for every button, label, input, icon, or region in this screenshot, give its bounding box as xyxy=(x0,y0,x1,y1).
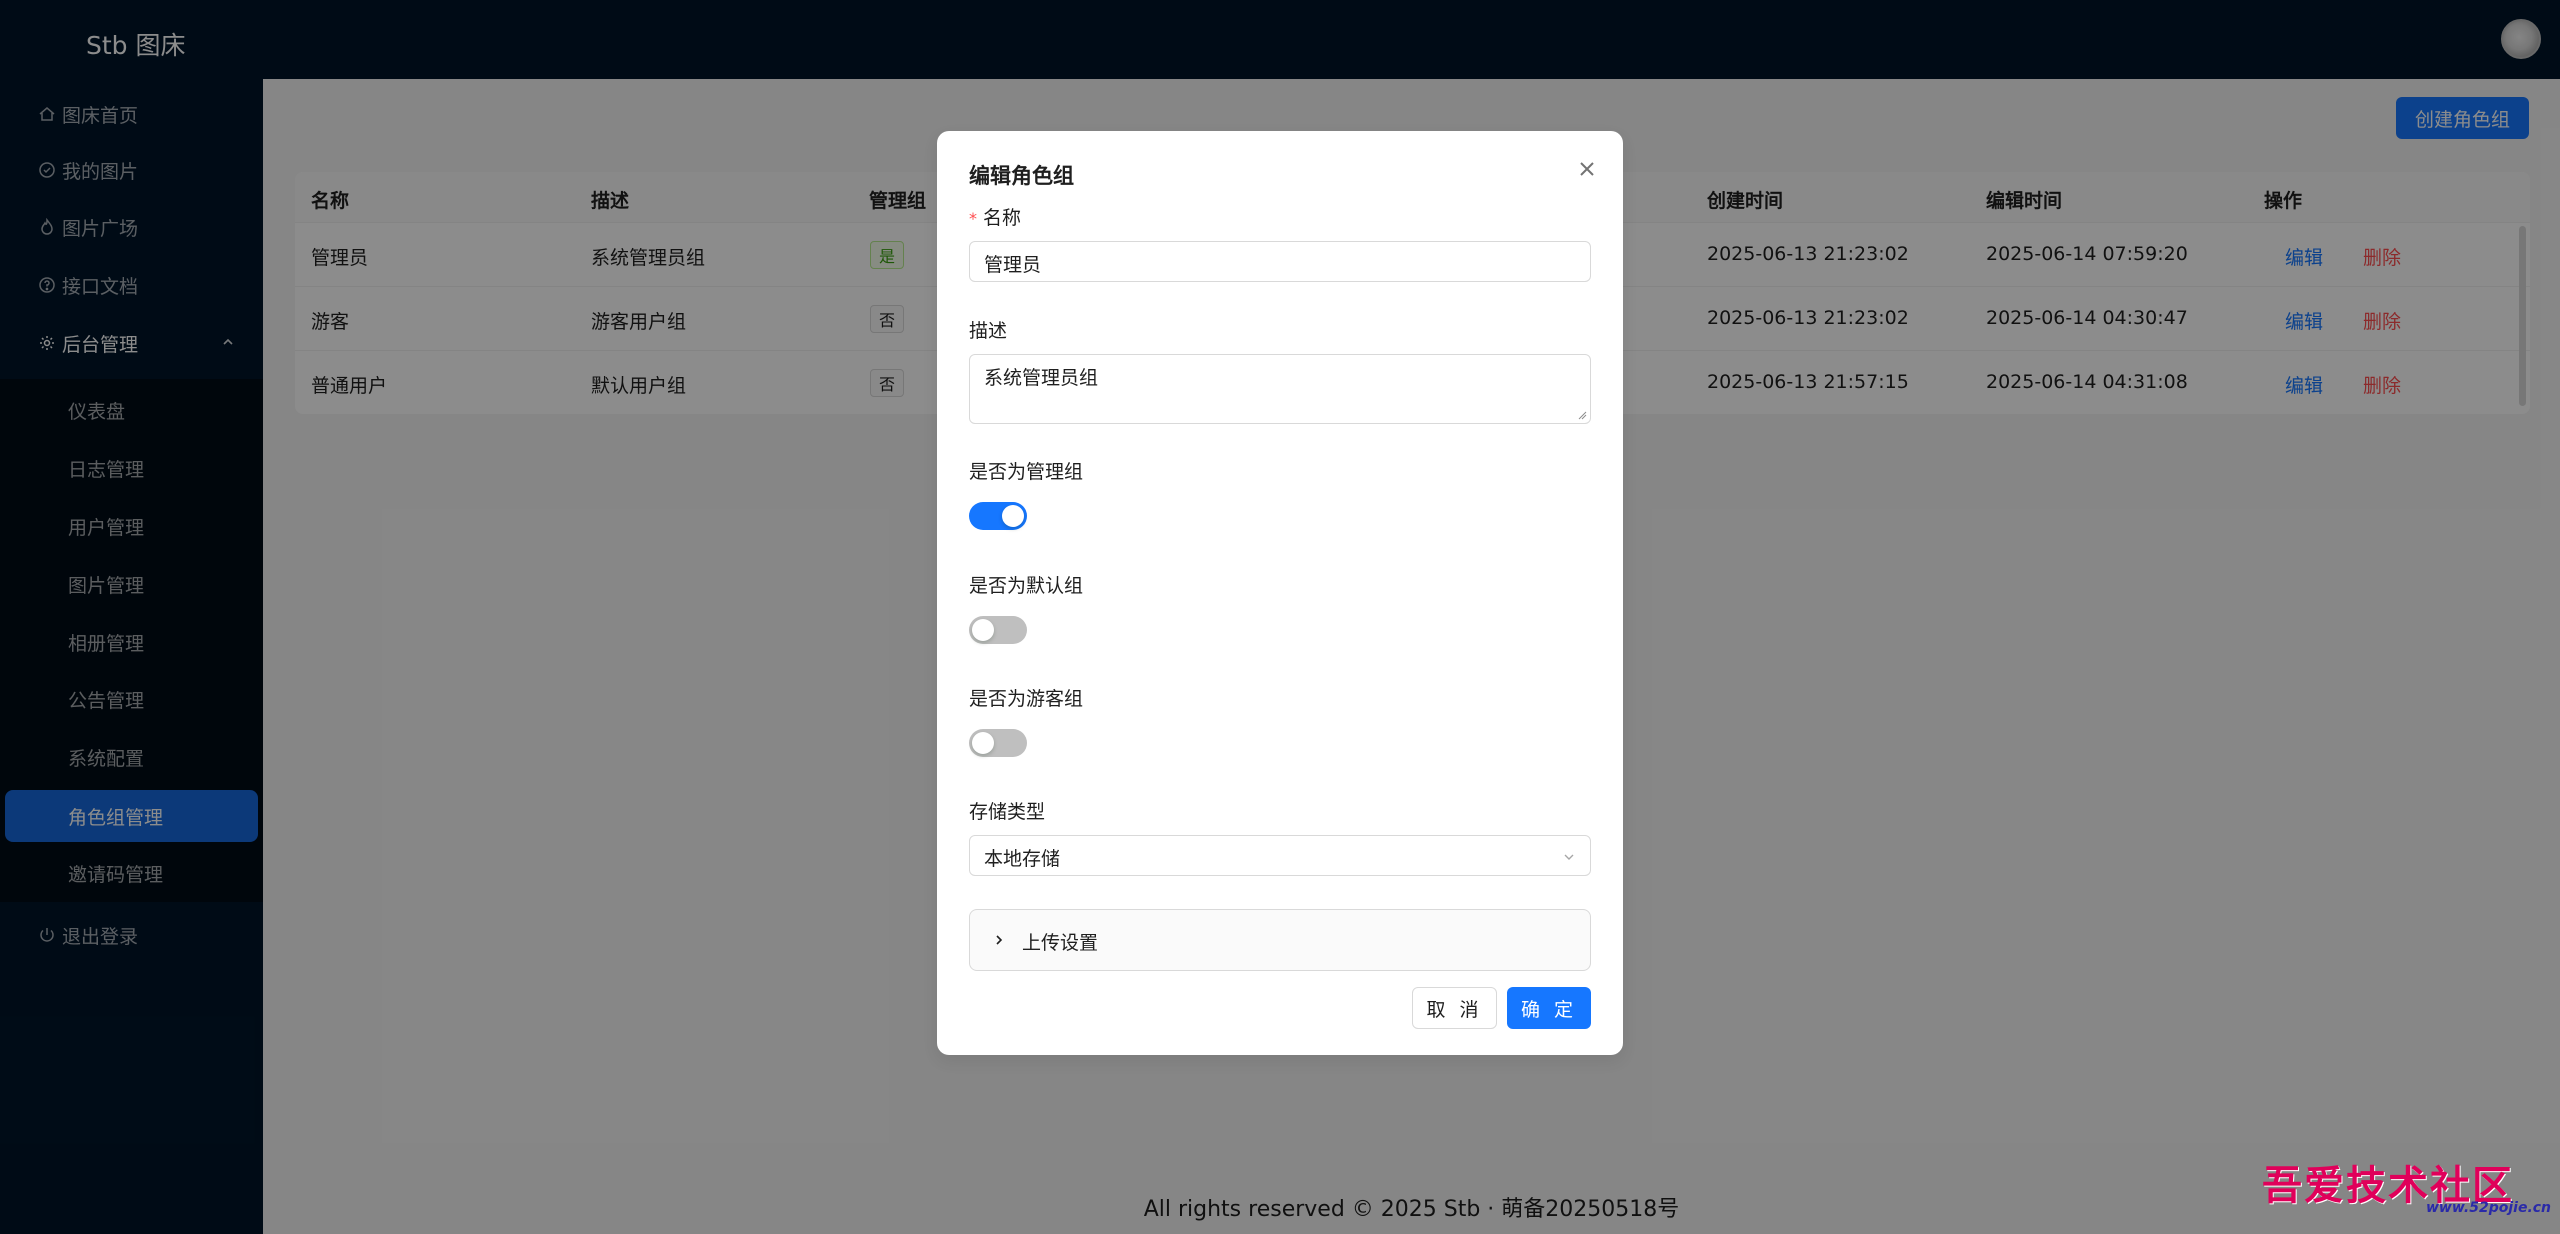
resize-grip-icon[interactable] xyxy=(1577,410,1587,420)
chevron-down-icon xyxy=(1564,854,1574,860)
upload-settings-label: 上传设置 xyxy=(1022,932,1099,954)
switch-knob xyxy=(1002,505,1024,527)
is-guest-switch[interactable] xyxy=(969,729,1027,757)
name-label: * 名称 xyxy=(969,207,1022,229)
cancel-button[interactable]: 取 消 xyxy=(1412,987,1497,1029)
name-input[interactable]: 管理员 xyxy=(969,241,1591,282)
switch-knob xyxy=(972,619,994,641)
chevron-right-icon xyxy=(996,935,1003,945)
is-default-label: 是否为默认组 xyxy=(969,575,1084,597)
switch-knob xyxy=(972,732,994,754)
desc-textarea[interactable]: 系统管理员组 xyxy=(969,354,1591,424)
edit-role-group-modal: 编辑角色组 * 名称 管理员 描述 系统管理员组 是否为管理组 是否为默认组 是否… xyxy=(937,131,1623,1055)
watermark-url: www.52pojie.cn xyxy=(2426,1200,2552,1216)
is-guest-label: 是否为游客组 xyxy=(969,688,1084,710)
is-admin-label: 是否为管理组 xyxy=(969,461,1084,483)
desc-value: 系统管理员组 xyxy=(984,367,1099,389)
is-admin-switch[interactable] xyxy=(969,502,1027,530)
required-mark: * xyxy=(969,209,977,228)
upload-settings-collapse[interactable]: 上传设置 xyxy=(969,909,1591,971)
storage-select[interactable]: 本地存储 xyxy=(969,835,1591,876)
modal-title: 编辑角色组 xyxy=(969,164,1074,188)
storage-label: 存储类型 xyxy=(969,801,1046,823)
is-default-switch[interactable] xyxy=(969,616,1027,644)
storage-value: 本地存储 xyxy=(984,848,1061,870)
close-icon[interactable] xyxy=(1574,156,1600,182)
desc-label: 描述 xyxy=(969,320,1008,342)
ok-button[interactable]: 确 定 xyxy=(1507,987,1591,1029)
